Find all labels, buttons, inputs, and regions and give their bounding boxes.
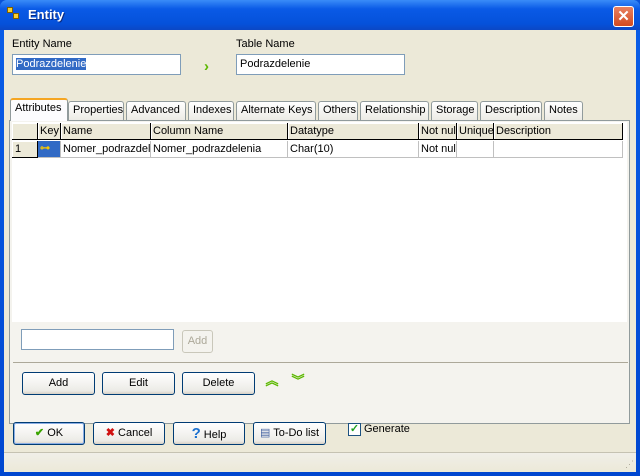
title-bar[interactable]: Entity ✕: [0, 0, 640, 30]
todo-icon: ▤: [259, 427, 271, 439]
add-button[interactable]: Add: [22, 372, 95, 395]
tab-properties[interactable]: Properties: [68, 101, 124, 120]
todo-label: To-Do list: [273, 427, 320, 439]
generate-checkbox[interactable]: ✓: [348, 423, 361, 436]
move-up-icon[interactable]: ︽: [265, 374, 279, 387]
column-header-description[interactable]: Description: [494, 123, 623, 140]
generate-label: Generate: [364, 423, 410, 435]
quick-add-input[interactable]: [21, 329, 174, 350]
column-header-datatype[interactable]: Datatype: [288, 123, 419, 140]
ok-label: OK: [47, 427, 64, 439]
cell-description[interactable]: [494, 141, 623, 158]
entity-icon: [7, 7, 21, 21]
tab-alternate-keys[interactable]: Alternate Keys: [236, 101, 316, 120]
column-header-not-null[interactable]: Not nul: [419, 123, 457, 140]
tab-attributes[interactable]: Attributes: [10, 98, 68, 121]
key-icon: ⊶: [38, 141, 61, 158]
help-icon: ?: [191, 425, 201, 442]
column-header-column-name[interactable]: Column Name: [151, 123, 288, 140]
tab-advanced[interactable]: Advanced: [126, 101, 186, 120]
cancel-button[interactable]: ✖ Cancel: [93, 422, 165, 445]
separator: [13, 362, 628, 363]
tab-indexes[interactable]: Indexes: [188, 101, 234, 120]
cell-name[interactable]: Nomer_podrazdele: [61, 141, 151, 158]
move-down-icon[interactable]: ︾: [291, 374, 305, 387]
cell-not-null[interactable]: Not nul: [419, 141, 457, 158]
quick-add-button[interactable]: Add: [182, 330, 213, 353]
entity-name-input[interactable]: Podrazdelenie: [12, 54, 181, 75]
chevron-right-icon: ›: [204, 58, 209, 75]
delete-button[interactable]: Delete: [182, 372, 255, 395]
table-name-label: Table Name: [236, 38, 295, 50]
entity-name-value: Podrazdelenie: [16, 58, 87, 70]
table-name-input[interactable]: Podrazdelenie: [236, 54, 405, 75]
status-bar: ⋰: [4, 452, 636, 472]
cell-unique[interactable]: [457, 141, 494, 158]
column-header-name[interactable]: Name: [61, 123, 151, 140]
edit-button[interactable]: Edit: [102, 372, 175, 395]
tab-description[interactable]: Description: [480, 101, 542, 120]
resize-grip-icon[interactable]: ⋰: [625, 459, 634, 470]
help-button[interactable]: ? Help: [173, 422, 245, 445]
tab-notes[interactable]: Notes: [544, 101, 583, 120]
check-icon: ✔: [34, 427, 45, 439]
row-header-corner: [12, 123, 38, 140]
cancel-label: Cancel: [118, 427, 153, 439]
row-number[interactable]: 1: [12, 141, 38, 158]
window-title: Entity: [28, 7, 65, 22]
column-header-key[interactable]: Key: [38, 123, 61, 140]
cancel-x-icon: ✖: [105, 427, 115, 439]
attributes-grid[interactable]: Key Name Column Name Datatype Not nul Un…: [12, 122, 627, 322]
tab-relationship[interactable]: Relationship: [360, 101, 429, 120]
close-button[interactable]: ✕: [613, 6, 634, 27]
cell-column-name[interactable]: Nomer_podrazdelenia: [151, 141, 288, 158]
tab-others[interactable]: Others: [318, 101, 358, 120]
help-label: Help: [203, 429, 227, 441]
todo-list-button[interactable]: ▤ To-Do list: [253, 422, 326, 445]
column-header-unique[interactable]: Unique: [457, 123, 494, 140]
ok-button[interactable]: ✔ OK: [13, 422, 85, 445]
cell-datatype[interactable]: Char(10): [288, 141, 419, 158]
entity-name-label: Entity Name: [12, 38, 72, 50]
tab-storage[interactable]: Storage: [431, 101, 478, 120]
